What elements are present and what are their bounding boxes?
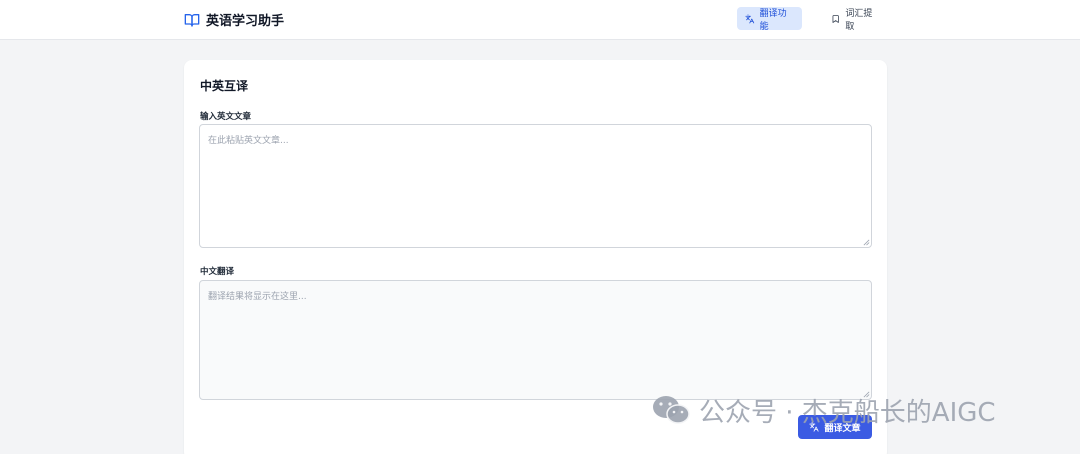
nav-translate-label: 翻译功能 <box>759 8 787 32</box>
card-title: 中英互译 <box>200 79 249 93</box>
wechat-icon <box>653 396 690 424</box>
app-title: 英语学习助手 <box>206 14 285 29</box>
nav-translate-button[interactable]: 翻译功能 <box>737 7 802 32</box>
translate-icon <box>745 14 755 23</box>
watermark: 公众号 · 杰克船长的AIGC <box>651 393 996 428</box>
bookmark-icon <box>832 14 839 23</box>
english-input[interactable]: 在此粘贴英文文章... <box>199 124 872 248</box>
english-input-placeholder: 在此粘贴英文文章... <box>208 136 289 146</box>
top-nav-bar: 英语学习助手 翻译功能 词汇提取 <box>0 0 1080 40</box>
input-label: 输入英文文章 <box>200 112 252 122</box>
brand[interactable]: 英语学习助手 <box>184 10 284 29</box>
output-label: 中文翻译 <box>200 267 235 277</box>
book-open-icon <box>184 13 200 27</box>
resize-handle-icon[interactable] <box>863 239 870 246</box>
chinese-output-placeholder: 翻译结果将显示在这里... <box>208 292 307 302</box>
watermark-text: 公众号 · 杰克船长的AIGC <box>699 397 996 428</box>
nav-vocab-label: 词汇提取 <box>845 8 873 32</box>
nav-vocab-button[interactable]: 词汇提取 <box>823 7 887 32</box>
chinese-output[interactable]: 翻译结果将显示在这里... <box>199 280 872 400</box>
